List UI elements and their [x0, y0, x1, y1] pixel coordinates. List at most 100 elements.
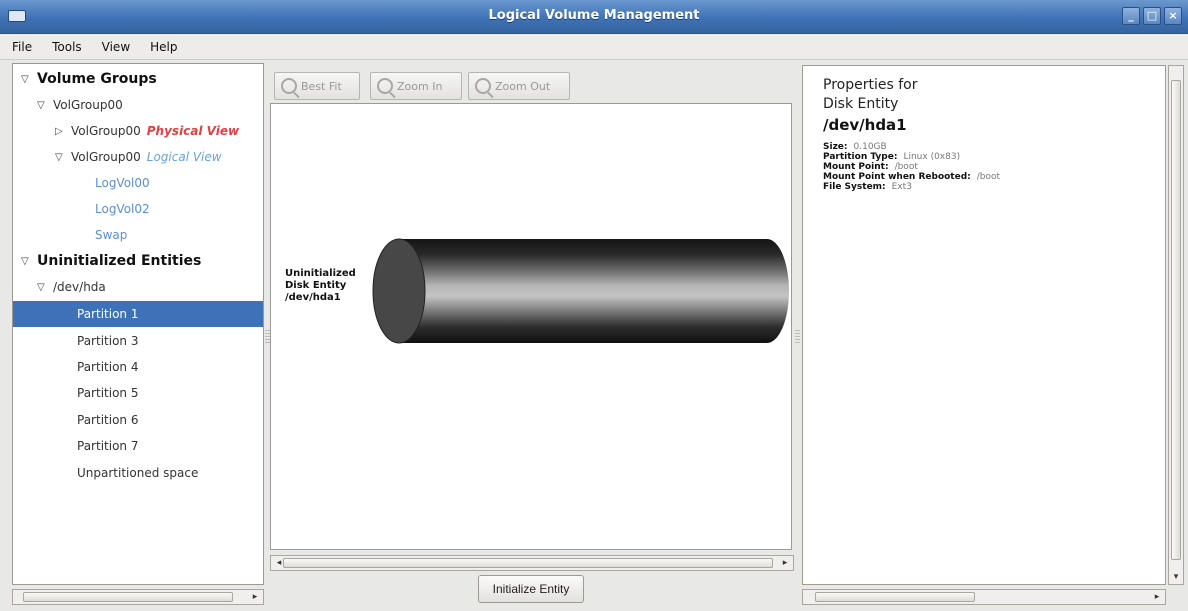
- property-key: File System:: [823, 182, 886, 192]
- logical-view-tag: Logical View: [146, 150, 222, 164]
- volume-tree[interactable]: ▽ Volume Groups ▽ VolGroup00 ▷ VolGroup0…: [12, 63, 264, 585]
- tree-label: VolGroup00: [71, 124, 141, 138]
- property-row: File System: Ext3: [823, 182, 1000, 192]
- tree-item-unpartitioned[interactable]: Unpartitioned space: [13, 460, 263, 486]
- menu-bar: File Tools View Help: [0, 34, 1188, 60]
- entity-canvas[interactable]: Uninitialized Disk Entity /dev/hda1: [270, 103, 792, 550]
- physical-view-tag: Physical View: [146, 124, 240, 138]
- tree-item-partition-3[interactable]: Partition 3: [13, 328, 263, 354]
- property-value: Ext3: [891, 182, 912, 192]
- tree-label: Unpartitioned space: [77, 466, 199, 480]
- properties-list: Size: 0.10GB Partition Type: Linux (0x83) …: [823, 142, 1000, 192]
- property-row: Mount Point: /boot: [823, 162, 1000, 172]
- property-value: /boot: [976, 172, 1001, 182]
- expander-open-icon[interactable]: ▽: [21, 256, 33, 267]
- tree-label: LogVol00: [95, 176, 150, 190]
- tree-item-dev-hda[interactable]: ▽ /dev/hda: [13, 274, 263, 300]
- scroll-down-icon[interactable]: ▾: [1170, 571, 1182, 583]
- tree-item-partition-4[interactable]: Partition 4: [13, 354, 263, 380]
- expander-open-icon[interactable]: ▽: [37, 100, 49, 111]
- best-fit-label: Best Fit: [301, 79, 342, 93]
- property-row: Partition Type: Linux (0x83): [823, 152, 1000, 162]
- tree-item-logical-view[interactable]: ▽ VolGroup00 Logical View: [13, 144, 263, 170]
- expander-closed-icon[interactable]: ▷: [55, 126, 67, 137]
- tree-item-uninitialized[interactable]: ▽ Uninitialized Entities: [13, 248, 263, 274]
- zoom-out-label: Zoom Out: [495, 79, 551, 93]
- properties-panel: Properties for Disk Entity /dev/hda1 Siz…: [802, 65, 1166, 585]
- tree-label: Partition 1: [77, 307, 139, 321]
- initialize-entity-button[interactable]: Initialize Entity: [478, 575, 584, 603]
- tree-label: Partition 6: [77, 413, 139, 427]
- property-value: /boot: [894, 162, 918, 172]
- menu-help[interactable]: Help: [150, 40, 177, 54]
- window-controls: _ □ ×: [1122, 7, 1182, 25]
- scrollbar-thumb[interactable]: [23, 592, 233, 602]
- entity-label-line: /dev/hda1: [285, 292, 341, 303]
- tree-label: VolGroup00: [53, 98, 123, 112]
- scrollbar-thumb[interactable]: [815, 592, 975, 602]
- tree-item-volume-groups[interactable]: ▽ Volume Groups: [13, 66, 263, 92]
- tree-item-physical-view[interactable]: ▷ VolGroup00 Physical View: [13, 118, 263, 144]
- scrollbar-thumb[interactable]: [283, 558, 773, 568]
- minimize-button[interactable]: _: [1122, 7, 1140, 25]
- menu-view[interactable]: View: [102, 40, 130, 54]
- zoom-in-icon: [377, 78, 393, 94]
- properties-heading-line: Disk Entity: [823, 96, 899, 112]
- menu-tools[interactable]: Tools: [52, 40, 82, 54]
- tree-item-partition-6[interactable]: Partition 6: [13, 407, 263, 433]
- property-key: Mount Point when Rebooted:: [823, 172, 971, 182]
- close-button[interactable]: ×: [1164, 7, 1182, 25]
- pane-splitter[interactable]: [795, 330, 800, 344]
- tree-label: Partition 7: [77, 439, 139, 453]
- expander-open-icon[interactable]: ▽: [55, 152, 67, 163]
- tree-label: Swap: [95, 228, 128, 242]
- scroll-right-icon[interactable]: ▸: [1151, 591, 1163, 603]
- maximize-button[interactable]: □: [1143, 7, 1161, 25]
- property-row: Size: 0.10GB: [823, 142, 1000, 152]
- scroll-right-icon[interactable]: ▸: [249, 591, 261, 603]
- property-row: Mount Point when Rebooted: /boot: [823, 172, 1000, 182]
- tree-label: LogVol02: [95, 202, 150, 216]
- canvas-horizontal-scrollbar[interactable]: ◂ ▸: [270, 555, 794, 571]
- tree-label: VolGroup00: [71, 150, 141, 164]
- properties-device: /dev/hda1: [823, 116, 907, 134]
- zoom-in-label: Zoom In: [397, 79, 443, 93]
- tree-item-logvol02[interactable]: LogVol02: [13, 196, 263, 222]
- best-fit-button[interactable]: Best Fit: [274, 72, 360, 100]
- property-key: Mount Point:: [823, 162, 889, 172]
- tree-item-partition-1[interactable]: Partition 1: [13, 301, 263, 327]
- cylinder-end: [372, 238, 426, 344]
- entity-label: Uninitialized Disk Entity /dev/hda1: [285, 268, 356, 304]
- tree-item-partition-5[interactable]: Partition 5: [13, 380, 263, 406]
- menu-file[interactable]: File: [12, 40, 32, 54]
- properties-heading-line: Properties for: [823, 77, 918, 93]
- disk-cylinder-graphic[interactable]: [365, 235, 792, 355]
- magnifier-icon: [281, 78, 297, 94]
- property-value: Linux (0x83): [903, 152, 961, 162]
- expander-open-icon[interactable]: ▽: [37, 282, 49, 293]
- window-title: Logical Volume Management: [488, 8, 700, 23]
- tree-item-partition-7[interactable]: Partition 7: [13, 433, 263, 459]
- tree-label: Uninitialized Entities: [37, 253, 202, 269]
- zoom-out-button[interactable]: Zoom Out: [468, 72, 570, 100]
- property-key: Partition Type:: [823, 152, 898, 162]
- expander-open-icon[interactable]: ▽: [21, 74, 33, 85]
- scrollbar-thumb[interactable]: [1171, 80, 1181, 560]
- tree-label: Partition 4: [77, 360, 139, 374]
- properties-vertical-scrollbar[interactable]: ▾: [1168, 65, 1184, 585]
- property-value: 0.10GB: [853, 142, 887, 152]
- properties-horizontal-scrollbar[interactable]: ▸: [802, 589, 1166, 605]
- scroll-right-icon[interactable]: ▸: [779, 557, 791, 569]
- entity-label-line: Uninitialized: [285, 268, 356, 279]
- tree-label: /dev/hda: [53, 280, 106, 294]
- entity-label-line: Disk Entity: [285, 280, 347, 291]
- zoom-out-icon: [475, 78, 491, 94]
- tree-label: Volume Groups: [37, 71, 157, 87]
- tree-item-swap[interactable]: Swap: [13, 222, 263, 248]
- tree-label: Partition 5: [77, 386, 139, 400]
- title-bar: Logical Volume Management _ □ ×: [0, 0, 1188, 34]
- tree-horizontal-scrollbar[interactable]: ▸: [12, 589, 264, 605]
- tree-item-volgroup[interactable]: ▽ VolGroup00: [13, 92, 263, 118]
- zoom-in-button[interactable]: Zoom In: [370, 72, 462, 100]
- tree-item-logvol00[interactable]: LogVol00: [13, 170, 263, 196]
